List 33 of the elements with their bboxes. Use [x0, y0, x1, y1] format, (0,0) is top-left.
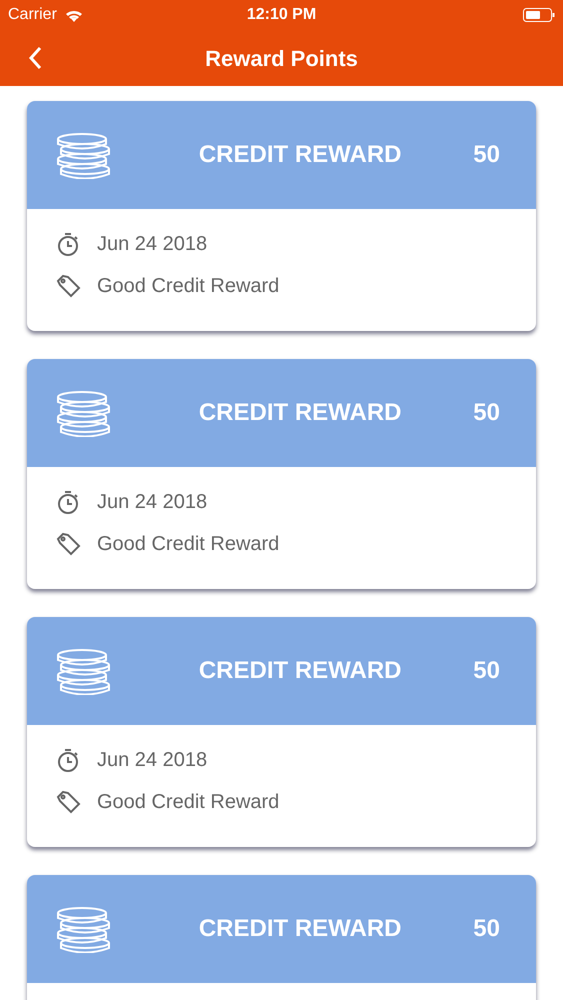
battery-icon	[523, 8, 555, 22]
reward-description: Good Credit Reward	[97, 274, 280, 299]
reward-points: 50	[473, 398, 500, 428]
reward-card[interactable]: CREDIT REWARD 50 Jun 24 2018 Good Credit Reward	[27, 359, 536, 589]
stopwatch-icon	[55, 231, 81, 257]
status-time: 12:10 PM	[246, 5, 316, 25]
coins-icon	[55, 905, 111, 953]
reward-description: Good Credit Reward	[97, 532, 280, 557]
reward-description: Good Credit Reward	[97, 790, 280, 815]
carrier-label: Carrier	[8, 5, 57, 25]
tag-icon	[55, 531, 81, 557]
reward-card[interactable]: CREDIT REWARD 50 Jun 24 2018 Good Credit Reward	[27, 617, 536, 847]
tag-icon	[55, 789, 81, 815]
reward-card[interactable]: CREDIT REWARD 50 Jun 24 2018 Good Credit Reward	[27, 101, 536, 331]
reward-points: 50	[473, 140, 500, 170]
coins-icon	[55, 389, 111, 437]
reward-title: CREDIT REWARD	[198, 656, 402, 686]
coins-icon	[55, 131, 111, 179]
reward-title: CREDIT REWARD	[198, 914, 402, 944]
reward-title: CREDIT REWARD	[198, 398, 402, 428]
wifi-icon	[64, 8, 83, 22]
back-icon	[28, 46, 42, 70]
reward-points: 50	[473, 656, 500, 686]
coins-icon	[55, 647, 111, 695]
reward-date: Jun 24 2018	[97, 748, 208, 773]
reward-date: Jun 24 2018	[97, 232, 208, 257]
tag-icon	[55, 273, 81, 299]
stopwatch-icon	[55, 747, 81, 773]
stopwatch-icon	[55, 489, 81, 515]
nav-title: Reward Points	[205, 44, 358, 72]
reward-points: 50	[473, 914, 500, 944]
reward-title: CREDIT REWARD	[198, 140, 402, 170]
reward-date: Jun 24 2018	[97, 490, 208, 515]
